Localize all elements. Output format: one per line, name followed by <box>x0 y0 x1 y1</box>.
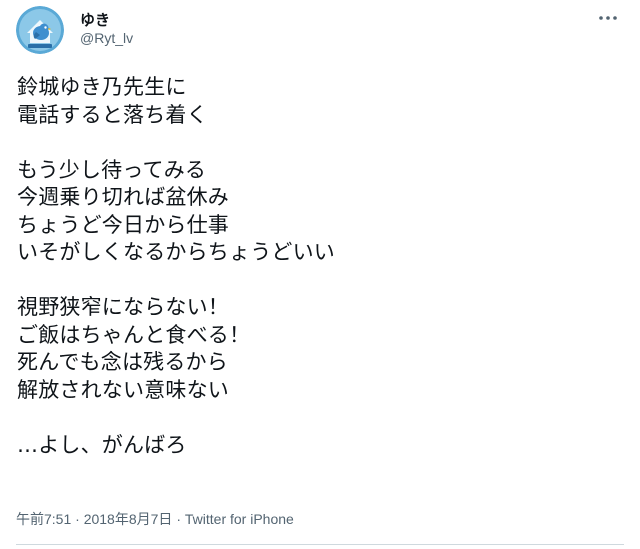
tweet-line: …よし、がんばろ <box>17 432 187 457</box>
display-name[interactable]: ゆき <box>80 9 110 30</box>
tweet-line: いそがしくなるからちょうどいい <box>17 240 335 264</box>
tweet-line: ご飯はちゃんと食べる！ <box>17 322 251 347</box>
tweet-line: 今週乗り切れば盆休み <box>17 185 229 209</box>
tweet-line: もう少し待ってみる <box>17 157 207 182</box>
tweet-source[interactable]: Twitter for iPhone <box>185 511 294 527</box>
meta-separator: · <box>75 511 80 527</box>
paragraph-break <box>17 404 617 432</box>
user-handle[interactable]: @Ryt_lv <box>80 30 133 46</box>
tweet-line: 鈴城ゆき乃先生に <box>17 75 187 99</box>
paragraph-break <box>17 267 617 295</box>
tweet-line: 電話すると落ち着く <box>17 102 208 127</box>
divider <box>16 544 624 545</box>
tweet-card: ゆき @Ryt_lv 鈴城ゆき乃先生に 電話すると落ち着く もう少し待ってみる … <box>0 0 640 549</box>
tweet-time[interactable]: 午前7:51 <box>16 511 71 527</box>
avatar[interactable] <box>16 6 64 54</box>
tweet-text: 鈴城ゆき乃先生に 電話すると落ち着く もう少し待ってみる 今週乗り切れば盆休み … <box>17 74 617 459</box>
meta-separator: · <box>176 511 181 527</box>
tweet-meta: 午前7:51 · 2018年8月7日 · Twitter for iPhone <box>16 509 294 529</box>
paragraph-break <box>17 129 617 157</box>
tweet-date[interactable]: 2018年8月7日 <box>84 511 173 527</box>
bird-avatar-icon <box>16 6 64 54</box>
more-dots-icon[interactable] <box>596 8 620 28</box>
tweet-line: 死んでも念は残るから <box>17 350 228 374</box>
tweet-line: 解放されない意味ない <box>17 377 229 402</box>
tweet-line: ちょうど今日から仕事 <box>17 212 229 237</box>
tweet-line: 視野狭窄にならない！ <box>17 295 229 319</box>
